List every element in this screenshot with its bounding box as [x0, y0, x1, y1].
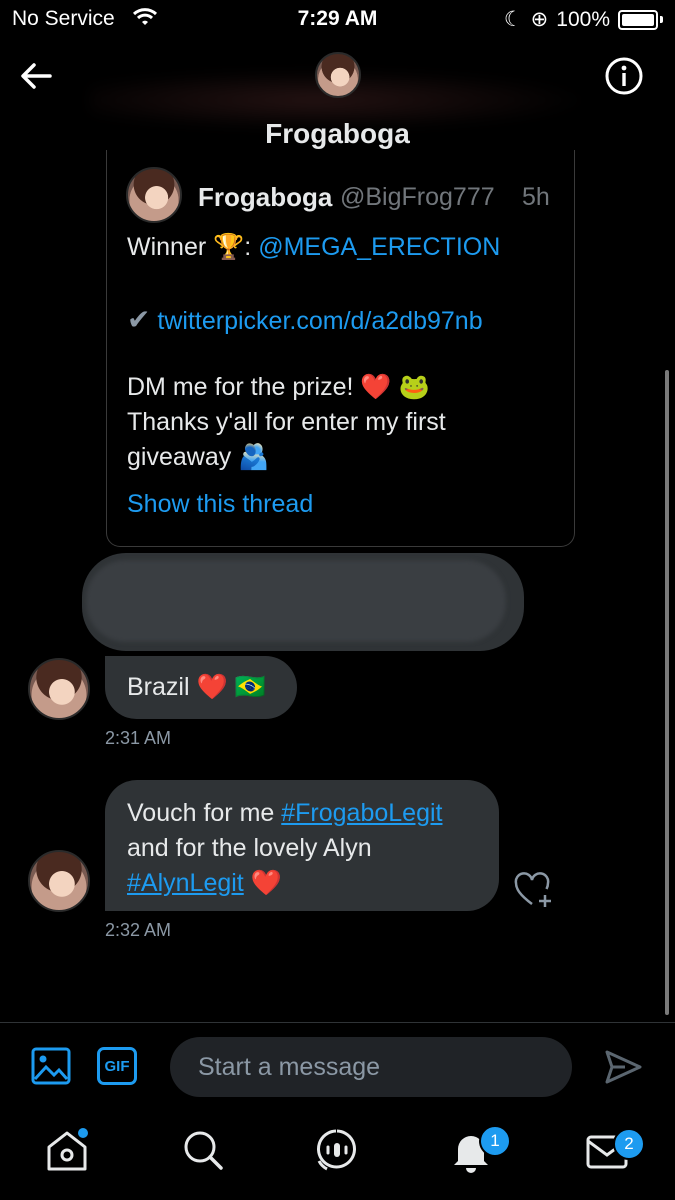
hashtag-link[interactable]: #AlynLegit	[127, 869, 244, 897]
twitterpicker-link[interactable]: twitterpicker.com/d/a2db97nb	[157, 307, 482, 335]
message-timestamp: 2:32 AM	[105, 920, 172, 940]
conversation-title[interactable]: Frogaboga	[0, 118, 675, 150]
image-icon[interactable]	[30, 1046, 72, 1086]
home-unread-dot	[78, 1128, 88, 1138]
status-right: ☾ ⊕ 100%	[504, 7, 663, 32]
tweet-author-name: Frogaboga	[198, 182, 333, 212]
tweet-text-line1: DM me for the prize! ❤️ 🐸	[127, 373, 430, 401]
trophy-icon: 🏆	[213, 233, 245, 261]
back-arrow-icon[interactable]	[18, 58, 58, 94]
status-bar: No Service 7:29 AM ☾ ⊕ 100%	[0, 0, 675, 40]
message-bubble[interactable]: Vouch for me #FrogaboLegit and for the l…	[105, 780, 499, 911]
battery-icon	[618, 9, 658, 30]
scrollbar[interactable]	[665, 370, 669, 1015]
moon-icon: ☾	[503, 8, 523, 31]
message-bubble[interactable]: Brazil ❤️ 🇧🇷	[105, 656, 297, 719]
send-icon[interactable]	[603, 1048, 643, 1086]
tweet-author-avatar	[126, 167, 182, 223]
message-input[interactable]	[170, 1037, 572, 1097]
heart-flag-emoji: ❤️ 🇧🇷	[196, 673, 266, 701]
gif-button[interactable]: GIF	[97, 1047, 137, 1085]
message-timestamp: 2:31 AM	[105, 728, 172, 748]
sender-avatar[interactable]	[28, 658, 90, 720]
tweet-author-handle: @BigFrog777	[340, 183, 495, 211]
messages-badge: 2	[613, 1128, 645, 1160]
hashtag-link[interactable]: #FrogaboLegit	[281, 799, 442, 827]
rotation-lock-icon: ⊕	[530, 8, 549, 31]
tweet-winner-line: Winner 🏆: @MEGA_ERECTION	[127, 233, 501, 261]
show-thread-link[interactable]: Show this thread	[127, 490, 313, 519]
tweet-time: 5h	[522, 183, 550, 211]
add-reaction-icon[interactable]	[512, 870, 556, 910]
info-icon[interactable]	[604, 56, 644, 96]
battery-percent: 100%	[556, 7, 610, 31]
search-icon[interactable]	[178, 1125, 228, 1175]
heart-frog-emoji: ❤️ 🐸	[360, 373, 430, 401]
heart-emoji: ❤️	[250, 869, 282, 897]
tweet-text-line2: Thanks y'all for enter my first	[127, 408, 446, 436]
composer-divider	[0, 1022, 675, 1023]
notifications-badge: 1	[479, 1125, 511, 1157]
tweet-link-line: ✔ twitterpicker.com/d/a2db97nb	[127, 303, 483, 336]
tweet-text-line3: giveaway 🫂	[127, 443, 270, 471]
checkmark-icon: ✔	[127, 304, 151, 335]
spaces-icon[interactable]	[312, 1125, 362, 1175]
header-avatar[interactable]	[315, 52, 361, 98]
hug-emoji: 🫂	[238, 443, 270, 471]
sender-avatar[interactable]	[28, 850, 90, 912]
redacted-message-blur	[86, 560, 506, 642]
winner-mention-link[interactable]: @MEGA_ERECTION	[258, 233, 500, 261]
